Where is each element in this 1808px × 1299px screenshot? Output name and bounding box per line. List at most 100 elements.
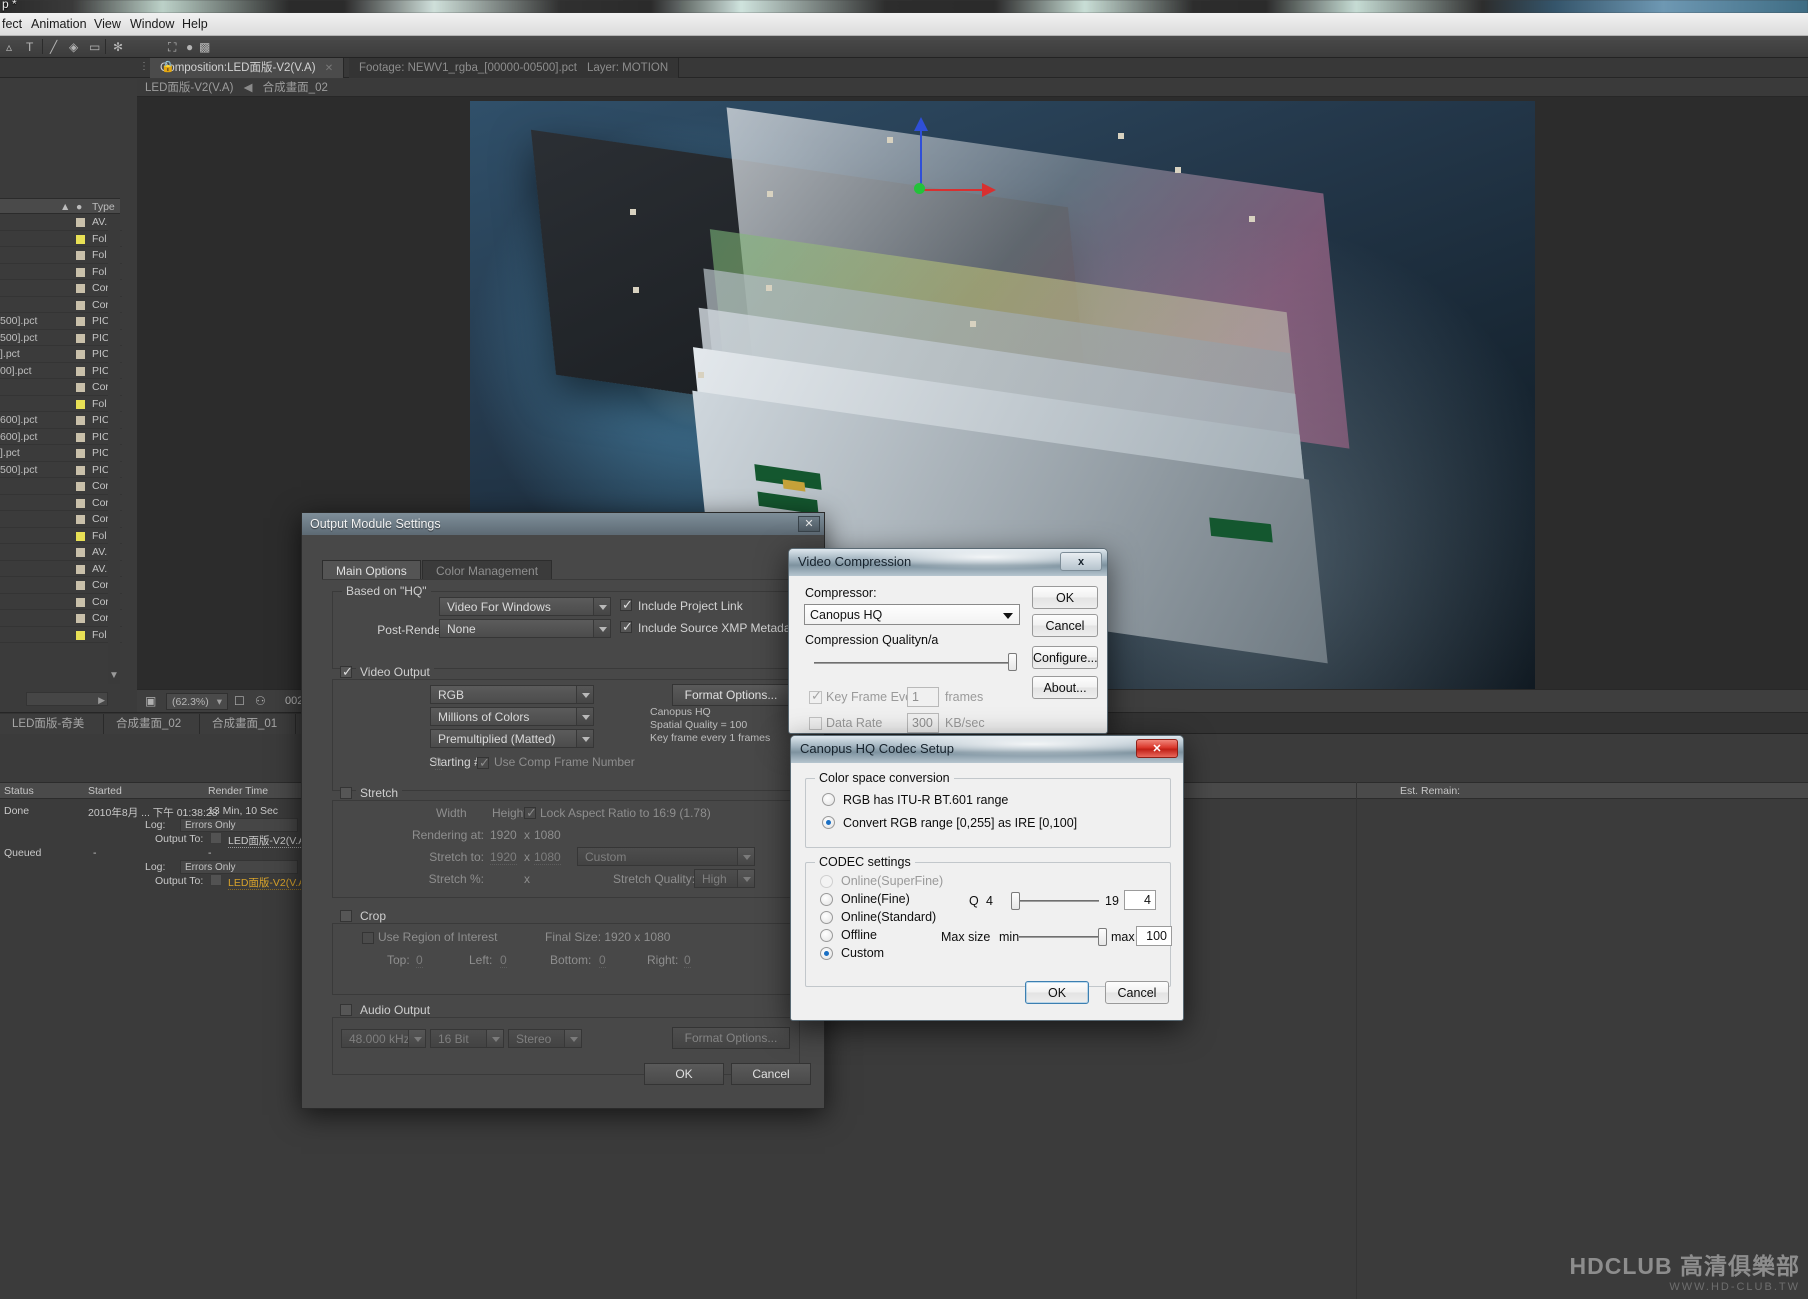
stretch-to-width[interactable]: 1920	[490, 850, 517, 865]
codec-setup-cancel-button[interactable]: Cancel	[1105, 981, 1169, 1004]
project-item-color-swatch[interactable]	[76, 235, 85, 244]
output-module-settings-dialog[interactable]: Output Module Settings ✕ Main Options Co…	[301, 512, 825, 1109]
project-list-item[interactable]: Cor	[0, 280, 122, 297]
starting-number-value[interactable]: 0	[435, 755, 442, 770]
rq-row1-log-value[interactable]: Errors Only	[180, 860, 298, 874]
project-item-color-swatch[interactable]	[76, 499, 85, 508]
project-list-item[interactable]: AV.	[0, 561, 122, 578]
depth-chevron-down-icon[interactable]	[576, 708, 593, 725]
tab-color-management[interactable]: Color Management	[422, 560, 552, 580]
zoom-level-select[interactable]: (62.3%) ▾	[166, 693, 228, 710]
project-item-color-swatch[interactable]	[76, 548, 85, 557]
eraser-tool-icon[interactable]: ▭	[89, 40, 100, 54]
include-project-link-checkbox[interactable]	[620, 599, 632, 611]
menu-item-effect[interactable]: fect	[2, 17, 22, 31]
crop-right-value[interactable]: 0	[684, 953, 691, 968]
scroll-right-icon[interactable]: ▶	[98, 695, 105, 706]
audio-depth-select[interactable]: 16 Bit	[430, 1029, 504, 1048]
circle-icon[interactable]: ●	[186, 40, 193, 54]
radio-custom[interactable]	[820, 947, 833, 960]
rq-col-started[interactable]: Started	[88, 785, 122, 797]
project-list-item[interactable]: AV...	[0, 214, 122, 231]
project-item-color-swatch[interactable]	[76, 317, 85, 326]
rq-col-est-remain[interactable]: Est. Remain:	[1400, 785, 1460, 797]
compressor-chevron-down-icon[interactable]	[1003, 613, 1013, 619]
project-list-item[interactable]: AV.	[0, 544, 122, 561]
breadcrumb-comp[interactable]: LED面版-V2(V.A)	[145, 82, 233, 94]
q-slider-track[interactable]	[1013, 900, 1099, 902]
tab-composition[interactable]: Composition:LED面版-V2(V.A) ✕	[150, 58, 344, 78]
menu-item-window[interactable]: Window	[130, 17, 174, 31]
project-list-item[interactable]: Cor	[0, 577, 122, 594]
include-xmp-checkbox[interactable]	[620, 621, 632, 633]
viewer-grip-icon[interactable]: ⋮	[139, 61, 149, 72]
column-sort-icon[interactable]: ▲	[60, 201, 70, 213]
compressor-select[interactable]: Canopus HQ	[804, 604, 1020, 625]
use-comp-frame-number-checkbox[interactable]	[477, 757, 489, 769]
project-item-color-swatch[interactable]	[76, 532, 85, 541]
tab-main-options[interactable]: Main Options	[322, 560, 421, 580]
tab-layer[interactable]: Layer: MOTION	[577, 58, 679, 78]
project-item-color-swatch[interactable]	[76, 598, 85, 607]
project-item-color-swatch[interactable]	[76, 466, 85, 475]
comp-tab-1[interactable]: 合成畫面_02	[104, 714, 200, 734]
project-list-item[interactable]: Fol	[0, 396, 122, 413]
use-region-of-interest-checkbox[interactable]	[362, 932, 374, 944]
video-compression-close-icon[interactable]: x	[1060, 552, 1102, 571]
project-list-item[interactable]: Fol	[0, 264, 122, 281]
radio-online-superfine[interactable]	[820, 875, 833, 888]
compression-quality-slider-track[interactable]	[814, 662, 1016, 664]
project-item-color-swatch[interactable]	[76, 614, 85, 623]
selection-tool-icon[interactable]: ▵	[6, 40, 12, 54]
video-compression-about-button[interactable]: About...	[1032, 676, 1098, 699]
stretch-to-height[interactable]: 1080	[534, 850, 561, 865]
post-render-chevron-down-icon[interactable]	[593, 620, 610, 637]
stretch-checkbox[interactable]	[340, 787, 352, 799]
audio-output-checkbox[interactable]	[340, 1004, 352, 1016]
q-value-input[interactable]: 4	[1124, 890, 1156, 910]
video-compression-cancel-button[interactable]: Cancel	[1032, 614, 1098, 637]
project-list-item[interactable]: Cor	[0, 495, 122, 512]
output-module-cancel-button[interactable]: Cancel	[731, 1063, 811, 1085]
color-chevron-down-icon[interactable]	[576, 730, 593, 747]
depth-select[interactable]: Millions of Colors	[430, 707, 594, 726]
puppet-pin-tool-icon[interactable]: ✻	[113, 40, 123, 54]
lock-aspect-checkbox[interactable]	[524, 807, 536, 819]
key-frame-input[interactable]: 1	[907, 687, 939, 707]
project-list-item[interactable]: Fol	[0, 627, 122, 644]
project-list-item[interactable]: Fol	[0, 528, 122, 545]
compression-quality-slider-thumb[interactable]	[1008, 653, 1017, 671]
color-select[interactable]: Premultiplied (Matted)	[430, 729, 594, 748]
move-anchor-icon[interactable]: ⛶	[168, 40, 176, 55]
scroll-down-icon[interactable]: ▼	[108, 670, 120, 684]
video-compression-ok-button[interactable]: OK	[1032, 586, 1098, 609]
output-module-ok-button[interactable]: OK	[644, 1063, 724, 1085]
project-list-item[interactable]: 500].pctPIC	[0, 313, 122, 330]
audio-rate-chevron-down-icon[interactable]	[408, 1030, 425, 1047]
audio-depth-chevron-down-icon[interactable]	[486, 1030, 503, 1047]
project-item-color-swatch[interactable]	[76, 449, 85, 458]
region-of-interest-icon[interactable]: ⚇	[255, 694, 266, 708]
project-list-item[interactable]: Cor	[0, 511, 122, 528]
output-module-close-icon[interactable]: ✕	[798, 516, 820, 532]
project-item-color-swatch[interactable]	[76, 251, 85, 260]
tab-footage[interactable]: Footage: NEWV1_rgba_[00000-00500].pct	[349, 58, 588, 78]
crop-bottom-value[interactable]: 0	[599, 953, 606, 968]
data-rate-checkbox[interactable]	[809, 717, 822, 730]
project-list-item[interactable]: Cor	[0, 297, 122, 314]
channels-select[interactable]: RGB	[430, 685, 594, 704]
project-item-color-swatch[interactable]	[76, 416, 85, 425]
project-item-color-swatch[interactable]	[76, 631, 85, 640]
codec-setup-ok-button[interactable]: OK	[1025, 981, 1089, 1004]
project-item-list[interactable]: AV...FolFolFolCorCor500].pctPIC500].pctP…	[0, 214, 122, 684]
audio-channels-chevron-down-icon[interactable]	[564, 1030, 581, 1047]
project-hscrollbar[interactable]: ▶	[26, 692, 108, 706]
comp-tab-2[interactable]: 合成畫面_01	[200, 714, 296, 734]
audio-channels-select[interactable]: Stereo	[508, 1029, 582, 1048]
column-type-label[interactable]: Type	[92, 201, 115, 213]
menu-item-animation[interactable]: Animation	[31, 17, 87, 31]
format-options-button[interactable]: Format Options...	[672, 684, 790, 706]
project-item-color-swatch[interactable]	[76, 334, 85, 343]
project-scrollbar[interactable]: ▼	[108, 214, 120, 684]
mask-icon[interactable]: ▩	[199, 40, 210, 54]
